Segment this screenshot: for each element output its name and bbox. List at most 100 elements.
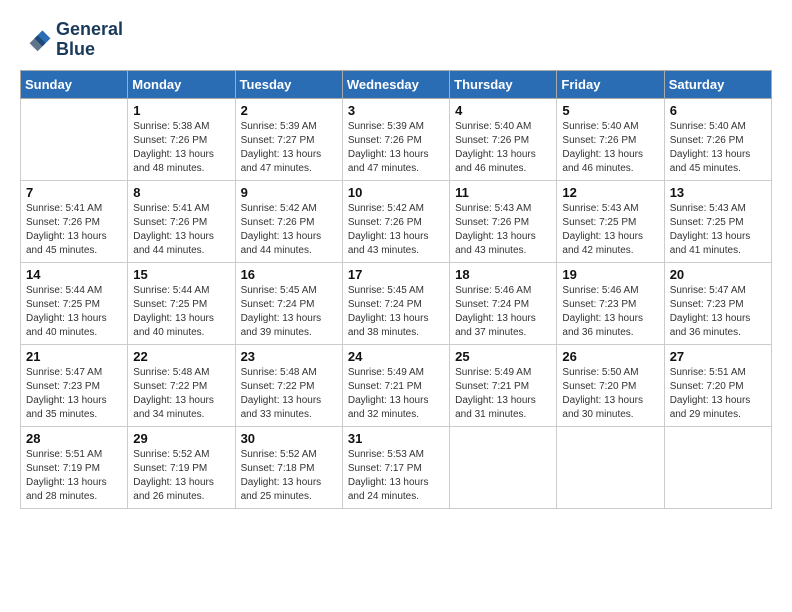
day-info: Sunrise: 5:47 AM Sunset: 7:23 PM Dayligh… xyxy=(670,284,766,340)
calendar-cell: 15 Sunrise: 5:44 AM Sunset: 7:25 PM Dayli… xyxy=(128,262,235,344)
day-info: Sunrise: 5:48 AM Sunset: 7:22 PM Dayligh… xyxy=(241,366,337,422)
day-info: Sunrise: 5:49 AM Sunset: 7:21 PM Dayligh… xyxy=(455,366,551,422)
day-number: 18 xyxy=(455,267,551,282)
weekday-header-sunday: Sunday xyxy=(21,70,128,98)
day-number: 13 xyxy=(670,185,766,200)
calendar-table: SundayMondayTuesdayWednesdayThursdayFrid… xyxy=(20,70,772,509)
calendar-cell xyxy=(21,98,128,180)
calendar-cell: 2 Sunrise: 5:39 AM Sunset: 7:27 PM Daylig… xyxy=(235,98,342,180)
weekday-header-wednesday: Wednesday xyxy=(342,70,449,98)
calendar-cell: 19 Sunrise: 5:46 AM Sunset: 7:23 PM Dayli… xyxy=(557,262,664,344)
calendar-cell: 4 Sunrise: 5:40 AM Sunset: 7:26 PM Daylig… xyxy=(450,98,557,180)
day-number: 7 xyxy=(26,185,122,200)
calendar-cell: 9Sunrise: 5:42 AM Sunset: 7:26 PM Daylig… xyxy=(235,180,342,262)
day-number: 1 xyxy=(133,103,229,118)
weekday-header-monday: Monday xyxy=(128,70,235,98)
day-number: 28 xyxy=(26,431,122,446)
calendar-cell: 26Sunrise: 5:50 AM Sunset: 7:20 PM Dayli… xyxy=(557,344,664,426)
day-info: Sunrise: 5:40 AM Sunset: 7:26 PM Dayligh… xyxy=(562,120,658,176)
calendar-cell: 16Sunrise: 5:45 AM Sunset: 7:24 PM Dayli… xyxy=(235,262,342,344)
day-number: 6 xyxy=(670,103,766,118)
day-info: Sunrise: 5:52 AM Sunset: 7:18 PM Dayligh… xyxy=(241,448,337,504)
calendar-cell: 27 Sunrise: 5:51 AM Sunset: 7:20 PM Dayli… xyxy=(664,344,771,426)
day-number: 3 xyxy=(348,103,444,118)
calendar-cell: 10 Sunrise: 5:42 AM Sunset: 7:26 PM Dayli… xyxy=(342,180,449,262)
calendar-week-row: 7 Sunrise: 5:41 AM Sunset: 7:26 PM Daylig… xyxy=(21,180,772,262)
page-header: General Blue xyxy=(20,20,772,60)
calendar-cell: 12 Sunrise: 5:43 AM Sunset: 7:25 PM Dayli… xyxy=(557,180,664,262)
calendar-cell: 28Sunrise: 5:51 AM Sunset: 7:19 PM Dayli… xyxy=(21,426,128,508)
calendar-cell: 30 Sunrise: 5:52 AM Sunset: 7:18 PM Dayli… xyxy=(235,426,342,508)
calendar-cell: 22Sunrise: 5:48 AM Sunset: 7:22 PM Dayli… xyxy=(128,344,235,426)
calendar-cell: 23Sunrise: 5:48 AM Sunset: 7:22 PM Dayli… xyxy=(235,344,342,426)
day-number: 21 xyxy=(26,349,122,364)
calendar-cell: 14 Sunrise: 5:44 AM Sunset: 7:25 PM Dayli… xyxy=(21,262,128,344)
day-number: 5 xyxy=(562,103,658,118)
day-number: 2 xyxy=(241,103,337,118)
day-info: Sunrise: 5:44 AM Sunset: 7:25 PM Dayligh… xyxy=(26,284,122,340)
calendar-cell xyxy=(664,426,771,508)
calendar-cell xyxy=(450,426,557,508)
calendar-week-row: 21Sunrise: 5:47 AM Sunset: 7:23 PM Dayli… xyxy=(21,344,772,426)
calendar-cell: 1 Sunrise: 5:38 AM Sunset: 7:26 PM Daylig… xyxy=(128,98,235,180)
day-number: 4 xyxy=(455,103,551,118)
day-info: Sunrise: 5:43 AM Sunset: 7:25 PM Dayligh… xyxy=(670,202,766,258)
day-info: Sunrise: 5:42 AM Sunset: 7:26 PM Dayligh… xyxy=(241,202,337,258)
day-info: Sunrise: 5:40 AM Sunset: 7:26 PM Dayligh… xyxy=(455,120,551,176)
day-info: Sunrise: 5:43 AM Sunset: 7:25 PM Dayligh… xyxy=(562,202,658,258)
calendar-cell: 13 Sunrise: 5:43 AM Sunset: 7:25 PM Dayli… xyxy=(664,180,771,262)
day-number: 24 xyxy=(348,349,444,364)
calendar-cell: 31Sunrise: 5:53 AM Sunset: 7:17 PM Dayli… xyxy=(342,426,449,508)
calendar-week-row: 14 Sunrise: 5:44 AM Sunset: 7:25 PM Dayli… xyxy=(21,262,772,344)
day-number: 15 xyxy=(133,267,229,282)
day-number: 19 xyxy=(562,267,658,282)
day-number: 12 xyxy=(562,185,658,200)
day-number: 10 xyxy=(348,185,444,200)
weekday-header-saturday: Saturday xyxy=(664,70,771,98)
day-info: Sunrise: 5:38 AM Sunset: 7:26 PM Dayligh… xyxy=(133,120,229,176)
day-info: Sunrise: 5:39 AM Sunset: 7:26 PM Dayligh… xyxy=(348,120,444,176)
day-number: 16 xyxy=(241,267,337,282)
day-info: Sunrise: 5:39 AM Sunset: 7:27 PM Dayligh… xyxy=(241,120,337,176)
logo-text: General Blue xyxy=(56,20,123,60)
day-info: Sunrise: 5:52 AM Sunset: 7:19 PM Dayligh… xyxy=(133,448,229,504)
weekday-header-tuesday: Tuesday xyxy=(235,70,342,98)
calendar-cell: 8 Sunrise: 5:41 AM Sunset: 7:26 PM Daylig… xyxy=(128,180,235,262)
day-number: 27 xyxy=(670,349,766,364)
day-number: 30 xyxy=(241,431,337,446)
calendar-cell: 25 Sunrise: 5:49 AM Sunset: 7:21 PM Dayli… xyxy=(450,344,557,426)
day-number: 31 xyxy=(348,431,444,446)
calendar-cell: 18 Sunrise: 5:46 AM Sunset: 7:24 PM Dayli… xyxy=(450,262,557,344)
calendar-cell: 7 Sunrise: 5:41 AM Sunset: 7:26 PM Daylig… xyxy=(21,180,128,262)
day-info: Sunrise: 5:51 AM Sunset: 7:20 PM Dayligh… xyxy=(670,366,766,422)
day-number: 25 xyxy=(455,349,551,364)
day-info: Sunrise: 5:46 AM Sunset: 7:24 PM Dayligh… xyxy=(455,284,551,340)
day-info: Sunrise: 5:43 AM Sunset: 7:26 PM Dayligh… xyxy=(455,202,551,258)
calendar-cell: 5 Sunrise: 5:40 AM Sunset: 7:26 PM Daylig… xyxy=(557,98,664,180)
calendar-cell: 29 Sunrise: 5:52 AM Sunset: 7:19 PM Dayli… xyxy=(128,426,235,508)
calendar-cell: 24Sunrise: 5:49 AM Sunset: 7:21 PM Dayli… xyxy=(342,344,449,426)
day-info: Sunrise: 5:41 AM Sunset: 7:26 PM Dayligh… xyxy=(26,202,122,258)
day-number: 8 xyxy=(133,185,229,200)
day-info: Sunrise: 5:44 AM Sunset: 7:25 PM Dayligh… xyxy=(133,284,229,340)
day-number: 14 xyxy=(26,267,122,282)
day-number: 29 xyxy=(133,431,229,446)
day-number: 22 xyxy=(133,349,229,364)
calendar-cell: 11 Sunrise: 5:43 AM Sunset: 7:26 PM Dayli… xyxy=(450,180,557,262)
calendar-week-row: 28Sunrise: 5:51 AM Sunset: 7:19 PM Dayli… xyxy=(21,426,772,508)
day-info: Sunrise: 5:46 AM Sunset: 7:23 PM Dayligh… xyxy=(562,284,658,340)
calendar-cell: 21Sunrise: 5:47 AM Sunset: 7:23 PM Dayli… xyxy=(21,344,128,426)
calendar-cell: 3 Sunrise: 5:39 AM Sunset: 7:26 PM Daylig… xyxy=(342,98,449,180)
logo: General Blue xyxy=(20,20,123,60)
weekday-header-row: SundayMondayTuesdayWednesdayThursdayFrid… xyxy=(21,70,772,98)
day-info: Sunrise: 5:45 AM Sunset: 7:24 PM Dayligh… xyxy=(348,284,444,340)
calendar-cell: 6Sunrise: 5:40 AM Sunset: 7:26 PM Daylig… xyxy=(664,98,771,180)
day-number: 17 xyxy=(348,267,444,282)
weekday-header-thursday: Thursday xyxy=(450,70,557,98)
calendar-cell: 17 Sunrise: 5:45 AM Sunset: 7:24 PM Dayli… xyxy=(342,262,449,344)
day-info: Sunrise: 5:41 AM Sunset: 7:26 PM Dayligh… xyxy=(133,202,229,258)
day-info: Sunrise: 5:42 AM Sunset: 7:26 PM Dayligh… xyxy=(348,202,444,258)
calendar-cell xyxy=(557,426,664,508)
day-number: 11 xyxy=(455,185,551,200)
day-info: Sunrise: 5:50 AM Sunset: 7:20 PM Dayligh… xyxy=(562,366,658,422)
